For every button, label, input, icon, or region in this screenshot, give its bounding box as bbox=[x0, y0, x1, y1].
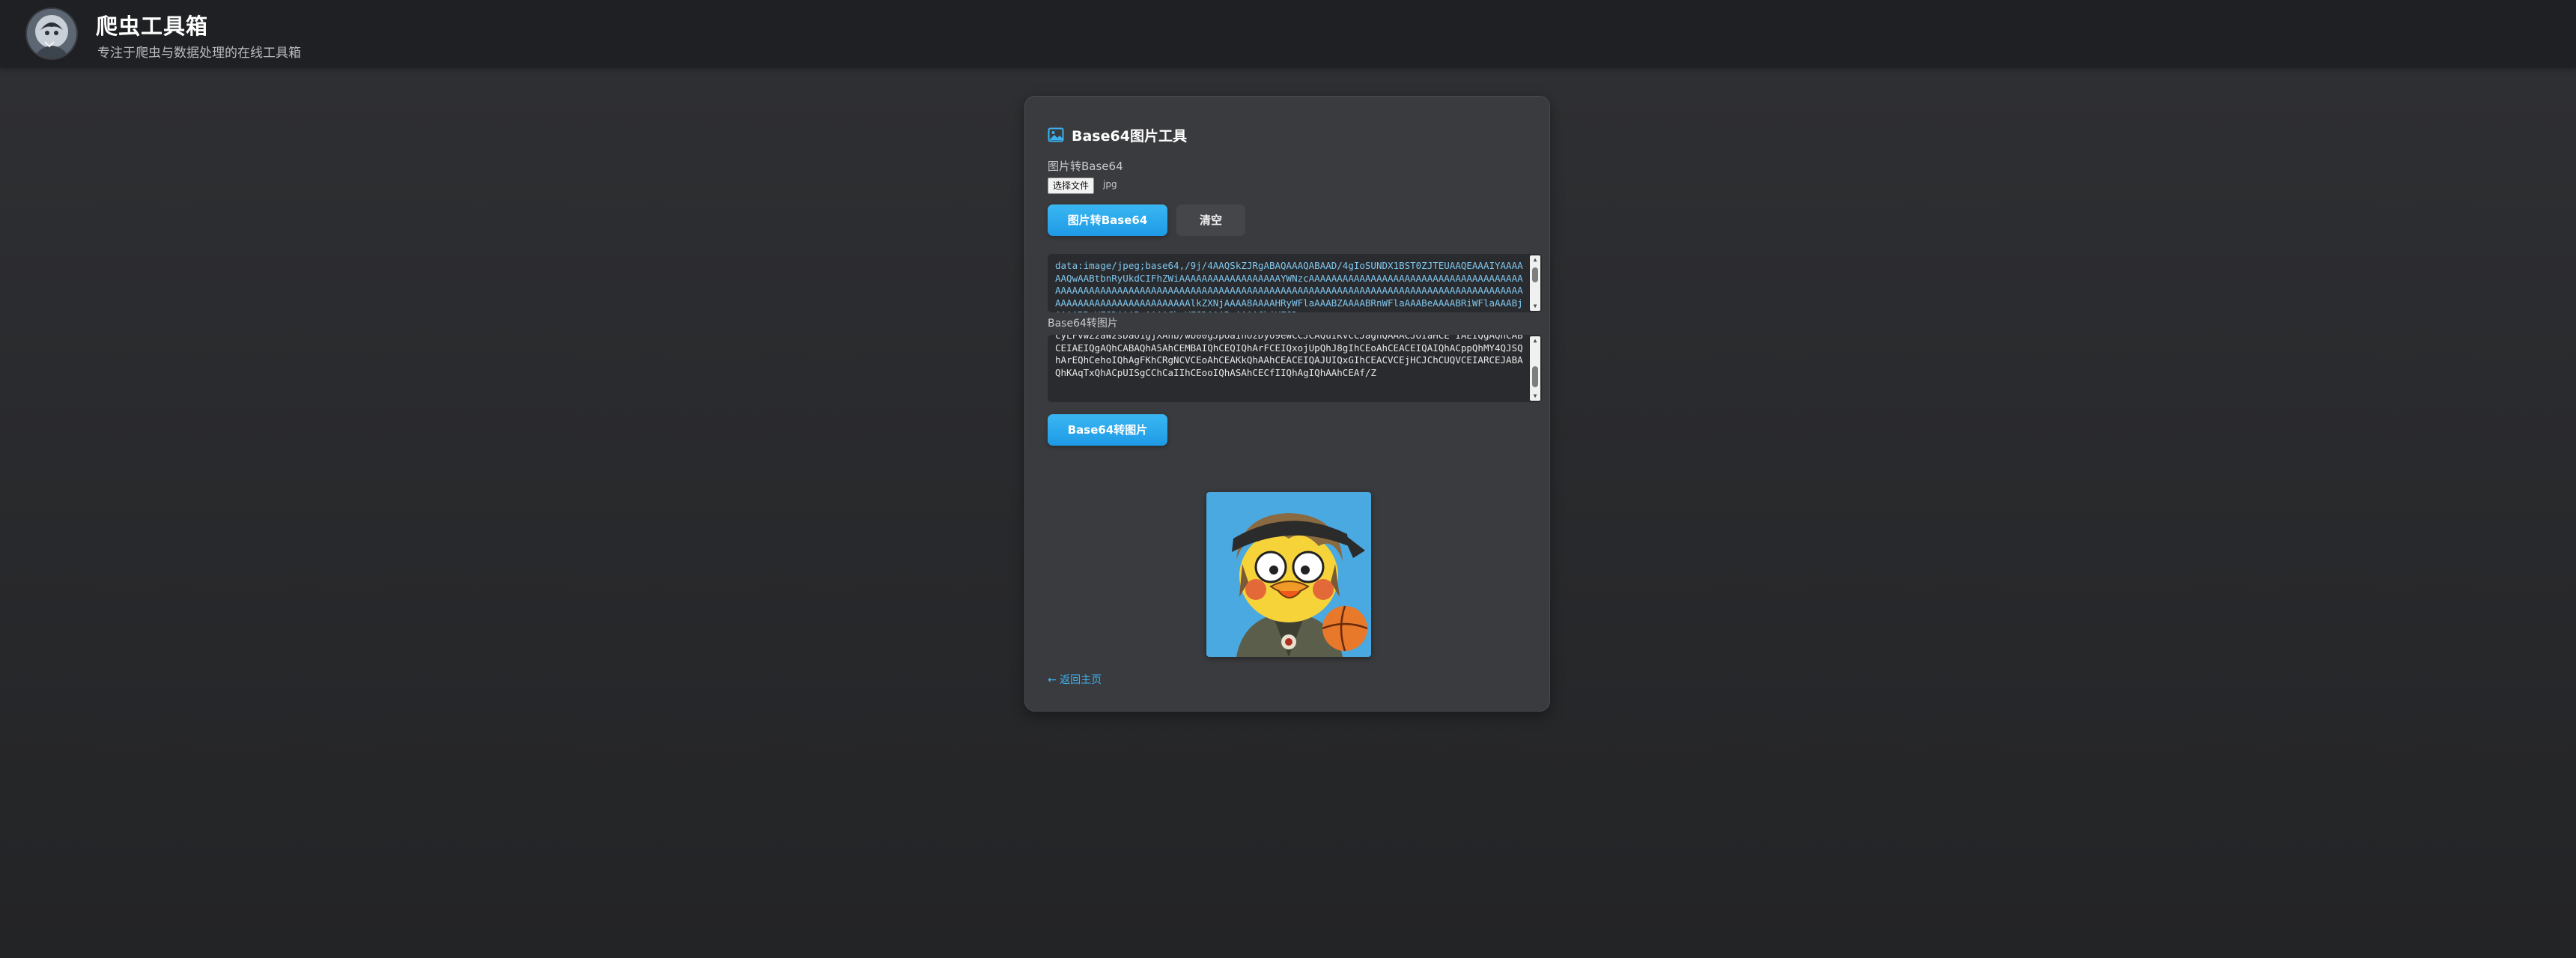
site-logo[interactable] bbox=[27, 9, 76, 58]
base64-input-text: cyLFvwZzaW2sDaO1gjXAnb/wb00gJpOaInOzDyo9… bbox=[1055, 335, 1523, 378]
base64-output-text: data:image/jpeg;base64,/9j/4AAQSkZJRgABA… bbox=[1055, 260, 1523, 312]
scroll-down-icon[interactable]: ▼ bbox=[1530, 392, 1540, 401]
clear-button[interactable]: 清空 bbox=[1176, 204, 1245, 236]
base64-to-image-label: Base64转图片 bbox=[1048, 318, 1118, 330]
card-header: Base64图片工具 bbox=[1048, 124, 1187, 146]
scroll-up-icon[interactable]: ▲ bbox=[1530, 336, 1540, 345]
choose-file-button[interactable]: 选择文件 bbox=[1048, 178, 1095, 194]
base64-to-image-button[interactable]: Base64转图片 bbox=[1048, 414, 1167, 446]
decoded-image-preview bbox=[1206, 492, 1371, 657]
scroll-up-icon[interactable]: ▲ bbox=[1530, 255, 1540, 264]
image-icon bbox=[1048, 127, 1064, 142]
back-to-home-link[interactable]: ← 返回主页 bbox=[1048, 672, 1102, 687]
image-to-base64-label: 图片转Base64 bbox=[1048, 160, 1123, 173]
scroll-thumb[interactable] bbox=[1532, 366, 1538, 387]
card-title: Base64图片工具 bbox=[1072, 127, 1187, 145]
site-subtitle: 专注于爬虫与数据处理的在线工具箱 bbox=[97, 46, 301, 61]
scroll-down-icon[interactable]: ▼ bbox=[1530, 302, 1540, 311]
input-scrollbar[interactable]: ▲ ▼ bbox=[1530, 336, 1540, 401]
image-to-base64-button[interactable]: 图片转Base64 bbox=[1048, 204, 1167, 236]
scroll-thumb[interactable] bbox=[1532, 267, 1538, 282]
selected-file-name: jpg bbox=[1103, 179, 1117, 190]
top-header: 爬虫工具箱 专注于爬虫与数据处理的在线工具箱 bbox=[0, 0, 2576, 67]
output-scrollbar[interactable]: ▲ ▼ bbox=[1530, 255, 1540, 311]
base64-image-tool-card: Base64图片工具 图片转Base64 选择文件 jpg 图片转Base64 … bbox=[1024, 96, 1550, 712]
base64-output-textarea[interactable]: data:image/jpeg;base64,/9j/4AAQSkZJRgABA… bbox=[1048, 254, 1542, 312]
site-title: 爬虫工具箱 bbox=[96, 13, 209, 39]
base64-input-textarea[interactable]: cyLFvwZzaW2sDaO1gjXAnb/wb00gJpOaInOzDyo9… bbox=[1048, 335, 1542, 402]
